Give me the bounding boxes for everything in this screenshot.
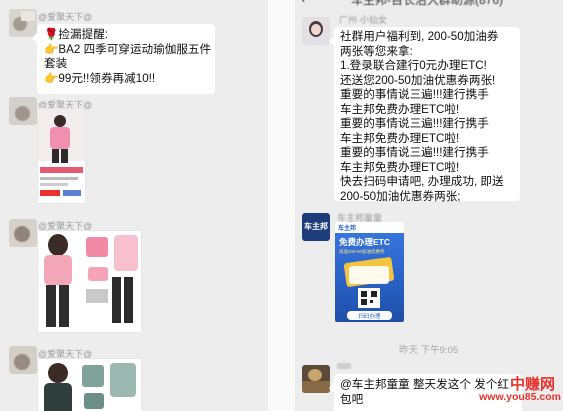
message-line: 车主邦免费办理ETC啦! [340,160,460,174]
product-image[interactable] [37,230,142,333]
message-line: 1.登录联合建行0元办理ETC! [340,59,487,72]
chat-title: 车主邦-百长治大群助源(876) [351,0,504,7]
message-line: 重要的事情说三遍!!!建行携手 [340,88,489,101]
message-line: 重要的事情说三遍!!!建行携手 [340,146,489,159]
message-line: 套装 [44,57,68,70]
message-line: 社群用户福利到, 200-50加油券 [340,30,499,43]
back-arrow-icon[interactable]: ‹ [301,0,305,6]
message-line: 200-50加油优惠券两张; [340,189,461,203]
user-avatar[interactable] [9,346,37,374]
message-line: 👉BA2 四季可穿运动瑜伽服五件 [44,42,212,56]
poster-subtitle: 再送200-50加油优惠券 [339,249,385,254]
right-chat-panel: ‹ 车主邦-百长治大群助源(876) 广州·小仙女 社群用户福利到, 200-5… [295,0,563,411]
brand-avatar-label: 车主邦 [304,222,328,231]
qr-code-icon[interactable] [358,288,380,308]
message-line: 车主邦免费办理ETC啦! [340,102,460,116]
product-image[interactable] [37,358,142,411]
message-timestamp: 昨天 下午9:05 [399,345,459,356]
etc-promo-message-bubble[interactable]: 社群用户福利到, 200-50加油券 两张等您来拿: 1.登录联合建行0元办理E… [329,27,520,203]
message-line: 车主邦免费办理ETC啦! [340,131,460,145]
brand-avatar[interactable]: 车主邦 [302,213,330,241]
poster-top-bar: 车主邦 [335,222,404,233]
panel-divider [268,0,295,411]
message-line: 两张等您来拿: [340,44,413,58]
poster-scan-label: 扫码办理 [358,314,381,320]
product-image[interactable] [37,108,86,204]
message-line: 还送您200-50加油优惠券两张! [340,73,496,87]
message-line: 👉99元!!领券再减10!! [44,71,156,85]
message-line: 快去扫码申请吧, 办理成功, 即送 [340,175,504,188]
sender-nickname: @爱聚天下@ [38,12,93,22]
message-line: 🌹捡漏提醒: [44,28,109,41]
sender-nickname: 广州·小仙女 [339,15,387,25]
user-avatar[interactable] [302,365,330,393]
message-line: 重要的事情说三遍!!!建行携手 [340,117,489,130]
watermark-url: www.you85.com [479,391,561,403]
sender-nickname [337,363,351,369]
etc-poster-image[interactable]: 车主邦 免费办理ETC 再送200-50加油优惠券 扫码办理 [335,222,404,322]
poster-scan-button[interactable]: 扫码办理 [347,311,392,320]
user-avatar[interactable] [9,219,37,247]
left-chat-panel: @爱聚天下@ 🌹捡漏提醒: 👉BA2 四季可穿运动瑜伽服五件 套装 👉99元!!… [0,0,268,411]
site-watermark: 中赚网 www.you85.com [477,373,563,409]
promo-message-bubble[interactable]: 🌹捡漏提醒: 👉BA2 四季可穿运动瑜伽服五件 套装 👉99元!!领券再减10!… [32,24,215,94]
chat-header: ‹ 车主邦-百长治大群助源(876) [295,0,563,7]
user-avatar[interactable] [9,97,37,125]
poster-card-illustration [349,266,389,284]
poster-title: 免费办理ETC [339,237,391,247]
user-avatar[interactable] [302,17,330,45]
poster-brand: 车主邦 [338,226,357,232]
